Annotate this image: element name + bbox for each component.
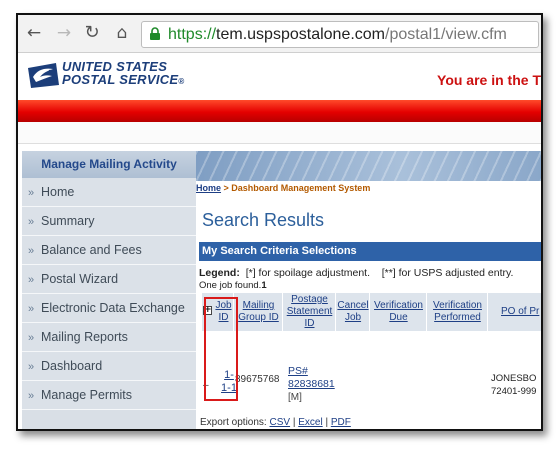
- breadcrumb: Home > Dashboard Management System: [196, 183, 371, 193]
- back-arrow-icon[interactable]: ←: [24, 23, 44, 43]
- search-criteria-header[interactable]: My Search Criteria Selections: [199, 242, 541, 261]
- map-banner-image: [196, 151, 541, 181]
- export-csv-link[interactable]: CSV: [270, 417, 291, 428]
- chevron-right-icon: »: [28, 245, 35, 257]
- chevron-right-icon: »: [28, 332, 35, 344]
- sidebar-item-postal-wizard[interactable]: » Postal Wizard: [22, 265, 196, 294]
- site-header: UNITED STATES POSTAL SERVICE® You are in…: [18, 54, 541, 100]
- export-pdf-link[interactable]: PDF: [331, 417, 351, 428]
- sidebar-title: Manage Mailing Activity: [22, 151, 196, 178]
- sidebar-item-electronic-data-exchange[interactable]: » Electronic Data Exchange: [22, 294, 196, 323]
- page-title: Search Results: [202, 210, 325, 230]
- home-icon[interactable]: ⌂: [112, 23, 132, 43]
- chevron-right-icon: »: [28, 303, 35, 315]
- mailing-group-id-value: 89675768: [235, 374, 280, 385]
- chevron-right-icon: »: [28, 216, 35, 228]
- forward-arrow-icon[interactable]: →: [54, 23, 74, 43]
- lock-icon: [150, 27, 160, 40]
- subheader-strip: [18, 122, 541, 144]
- usps-eagle-logo[interactable]: [26, 60, 60, 90]
- column-verification-due[interactable]: Verification Due: [371, 293, 427, 331]
- red-banner-bar: [18, 100, 541, 122]
- export-options: Export options: CSV | Excel | PDF: [200, 417, 351, 428]
- column-verification-performed[interactable]: Verification Performed: [428, 293, 488, 331]
- postage-statement-link[interactable]: PS# 82838681: [288, 365, 335, 391]
- chevron-right-icon: »: [28, 187, 35, 199]
- export-excel-link[interactable]: Excel: [298, 417, 322, 428]
- postage-statement-marker: [M]: [288, 392, 302, 403]
- reload-icon[interactable]: ↻: [82, 23, 102, 43]
- sidebar-item-mailing-reports[interactable]: » Mailing Reports: [22, 323, 196, 352]
- screenshot-frame: ← → ↻ ⌂ https://tem.uspspostalone.com/po…: [16, 13, 543, 431]
- results-table-header: + Job ID Mailing Group ID Postage Statem…: [202, 293, 541, 331]
- legend: Legend: [*] for spoilage adjustment. [**…: [199, 267, 514, 279]
- breadcrumb-home-link[interactable]: Home: [196, 183, 221, 193]
- main-content: Home > Dashboard Management System Searc…: [196, 151, 541, 429]
- sidebar: Manage Mailing Activity » Home » Summary »…: [22, 151, 196, 429]
- jobs-found-count: One job found.1: [199, 280, 267, 291]
- column-po-of-presentation[interactable]: PO of Pr: [489, 293, 541, 331]
- post-office-value: JONESBO 72401-999: [491, 373, 537, 397]
- job-id-highlight-box: [204, 297, 238, 401]
- usps-wordmark: UNITED STATES POSTAL SERVICE®: [62, 59, 185, 87]
- breadcrumb-current: Dashboard Management System: [231, 183, 371, 193]
- chevron-right-icon: »: [28, 274, 35, 286]
- address-bar[interactable]: https://tem.uspspostalone.com/postal1/vi…: [141, 21, 539, 48]
- sidebar-item-balance-and-fees[interactable]: » Balance and Fees: [22, 236, 196, 265]
- sidebar-item-summary[interactable]: » Summary: [22, 207, 196, 236]
- column-postage-statement-id[interactable]: Postage Statement ID: [284, 293, 336, 331]
- column-mailing-group-id[interactable]: Mailing Group ID: [235, 293, 283, 331]
- chevron-right-icon: »: [28, 390, 35, 402]
- table-row: – 1- 1-1 89675768 PS# 82838681 [M] JONESBO…: [202, 333, 541, 409]
- environment-tagline: You are in the T: [437, 72, 541, 88]
- browser-toolbar: ← → ↻ ⌂ https://tem.uspspostalone.com/po…: [18, 15, 541, 53]
- sidebar-item-manage-permits[interactable]: » Manage Permits: [22, 381, 196, 410]
- sidebar-item-home[interactable]: » Home: [22, 178, 196, 207]
- sidebar-item-dashboard[interactable]: » Dashboard: [22, 352, 196, 381]
- chevron-right-icon: »: [28, 361, 35, 373]
- column-cancel-job[interactable]: Cancel Job: [337, 293, 370, 331]
- url-text: https://tem.uspspostalone.com/postal1/vi…: [168, 26, 507, 43]
